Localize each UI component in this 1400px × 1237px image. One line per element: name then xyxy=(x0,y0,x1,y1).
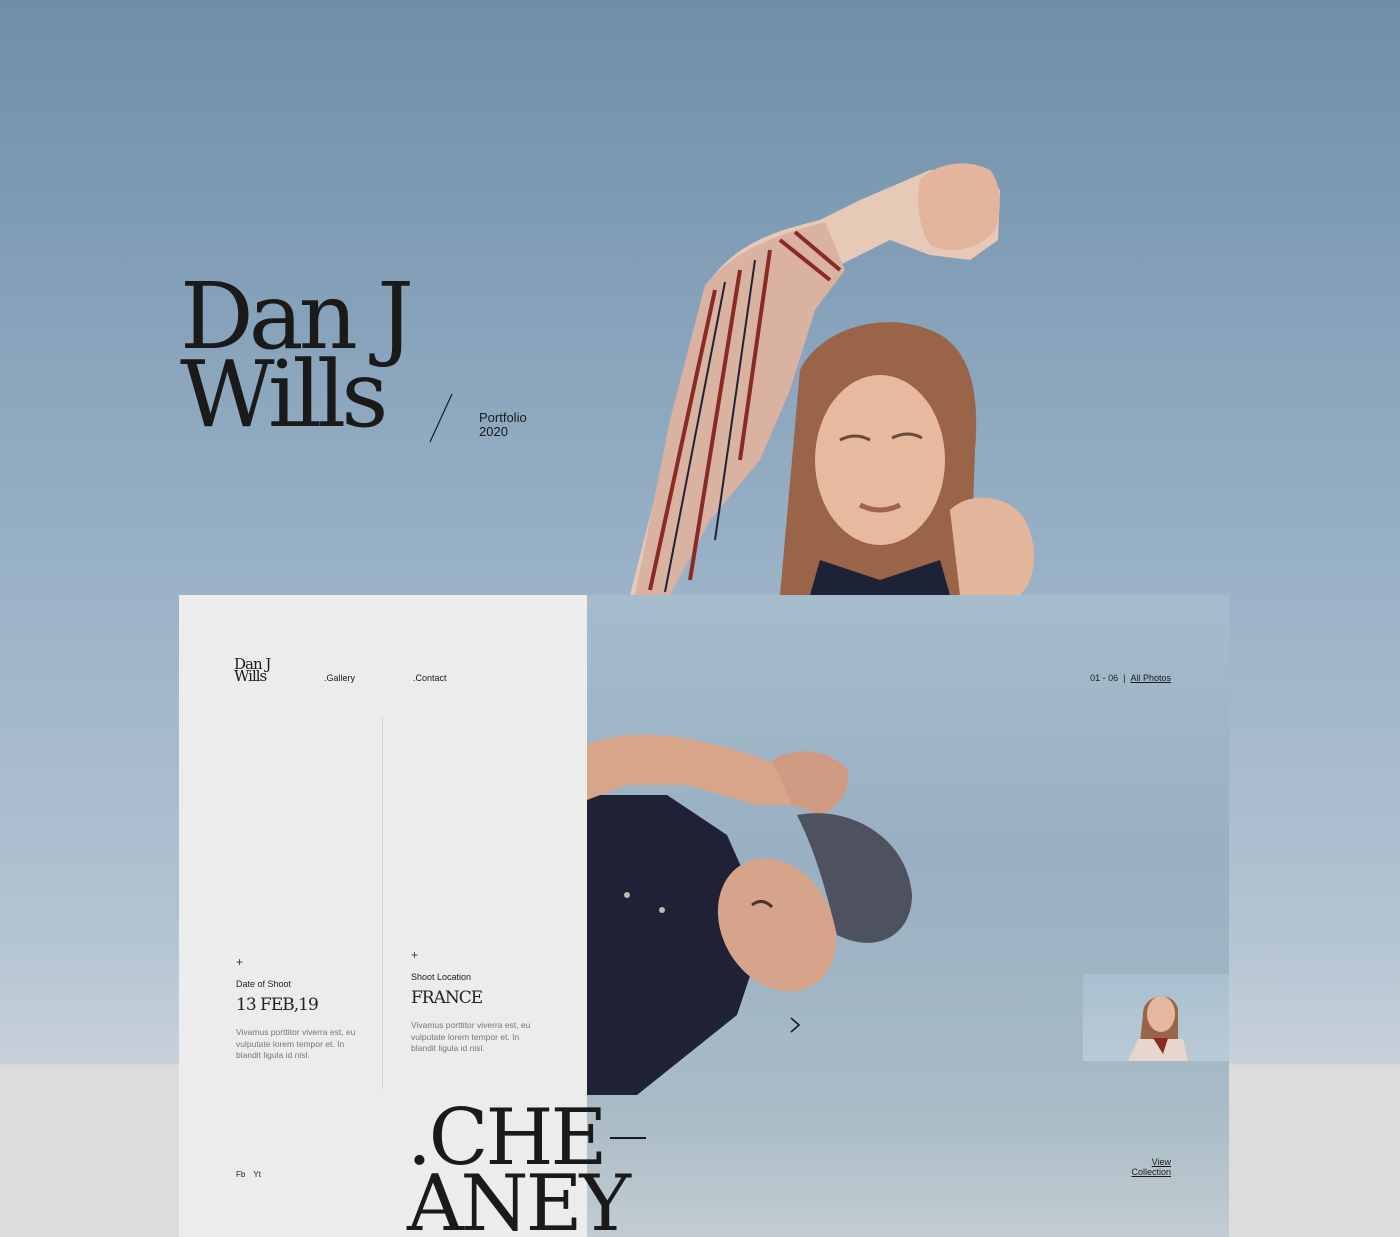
plus-icon: + xyxy=(236,955,244,969)
plus-icon: + xyxy=(411,948,419,962)
photo-counter: 01 - 06 | All Photos xyxy=(1090,673,1171,683)
hero-title-line2: Wills xyxy=(180,341,388,448)
view-collection-line1: View xyxy=(1151,1157,1171,1167)
date-value: 13 FEB,19 xyxy=(236,995,319,1015)
location-label: Shoot Location xyxy=(411,972,472,982)
column-divider xyxy=(382,717,383,1089)
shoot-location-block: + Shoot Location FRANCE Vivamus porttito… xyxy=(411,948,536,1055)
facebook-link[interactable]: Fb xyxy=(236,1170,245,1179)
mockup-logo-line2: Wills xyxy=(234,667,267,685)
location-value: FRANCE xyxy=(411,988,483,1008)
title-dash xyxy=(610,1137,647,1139)
collection-title-line2: ANEY xyxy=(407,1159,631,1237)
all-photos-link[interactable]: All Photos xyxy=(1130,673,1171,683)
counter-separator: | xyxy=(1123,673,1126,683)
featured-photo xyxy=(587,734,912,1095)
mockup-logo[interactable]: Dan J Wills xyxy=(234,657,271,685)
hero-subtitle-line1: Portfolio xyxy=(479,410,527,425)
website-mockup: Dan J Wills .Gallery .Contact + Date of … xyxy=(179,595,1229,1237)
view-collection-link[interactable]: View Collection xyxy=(1131,1157,1171,1177)
youtube-link[interactable]: Yt xyxy=(253,1170,261,1179)
view-collection-line2: Collection xyxy=(1131,1167,1171,1177)
next-photo-thumbnail[interactable] xyxy=(1083,974,1229,1061)
counter-range: 01 - 06 xyxy=(1090,673,1119,683)
nav-contact-link[interactable]: .Contact xyxy=(413,673,447,683)
date-label: Date of Shoot xyxy=(236,979,292,989)
thumbnail-photo xyxy=(1128,996,1188,1061)
hero-subtitle: Portfolio 2020 xyxy=(479,411,527,439)
nav-gallery-link[interactable]: .Gallery xyxy=(324,673,355,683)
location-description: Vivamus porttitor viverra est, eu vulput… xyxy=(411,1020,531,1053)
hero-photo xyxy=(630,163,1035,595)
hero-title: Dan J Wills xyxy=(180,271,414,448)
date-description: Vivamus porttitor viverra est, eu vulput… xyxy=(236,1027,356,1060)
hero-subtitle-line2: 2020 xyxy=(479,424,508,439)
social-links: Fb Yt xyxy=(236,1170,267,1179)
collection-title: .CHE ANEY xyxy=(407,1099,647,1237)
date-of-shoot-block: + Date of Shoot 13 FEB,19 Vivamus portti… xyxy=(236,955,361,1062)
slash-divider xyxy=(429,393,453,443)
chevron-right-icon[interactable] xyxy=(789,1016,801,1034)
